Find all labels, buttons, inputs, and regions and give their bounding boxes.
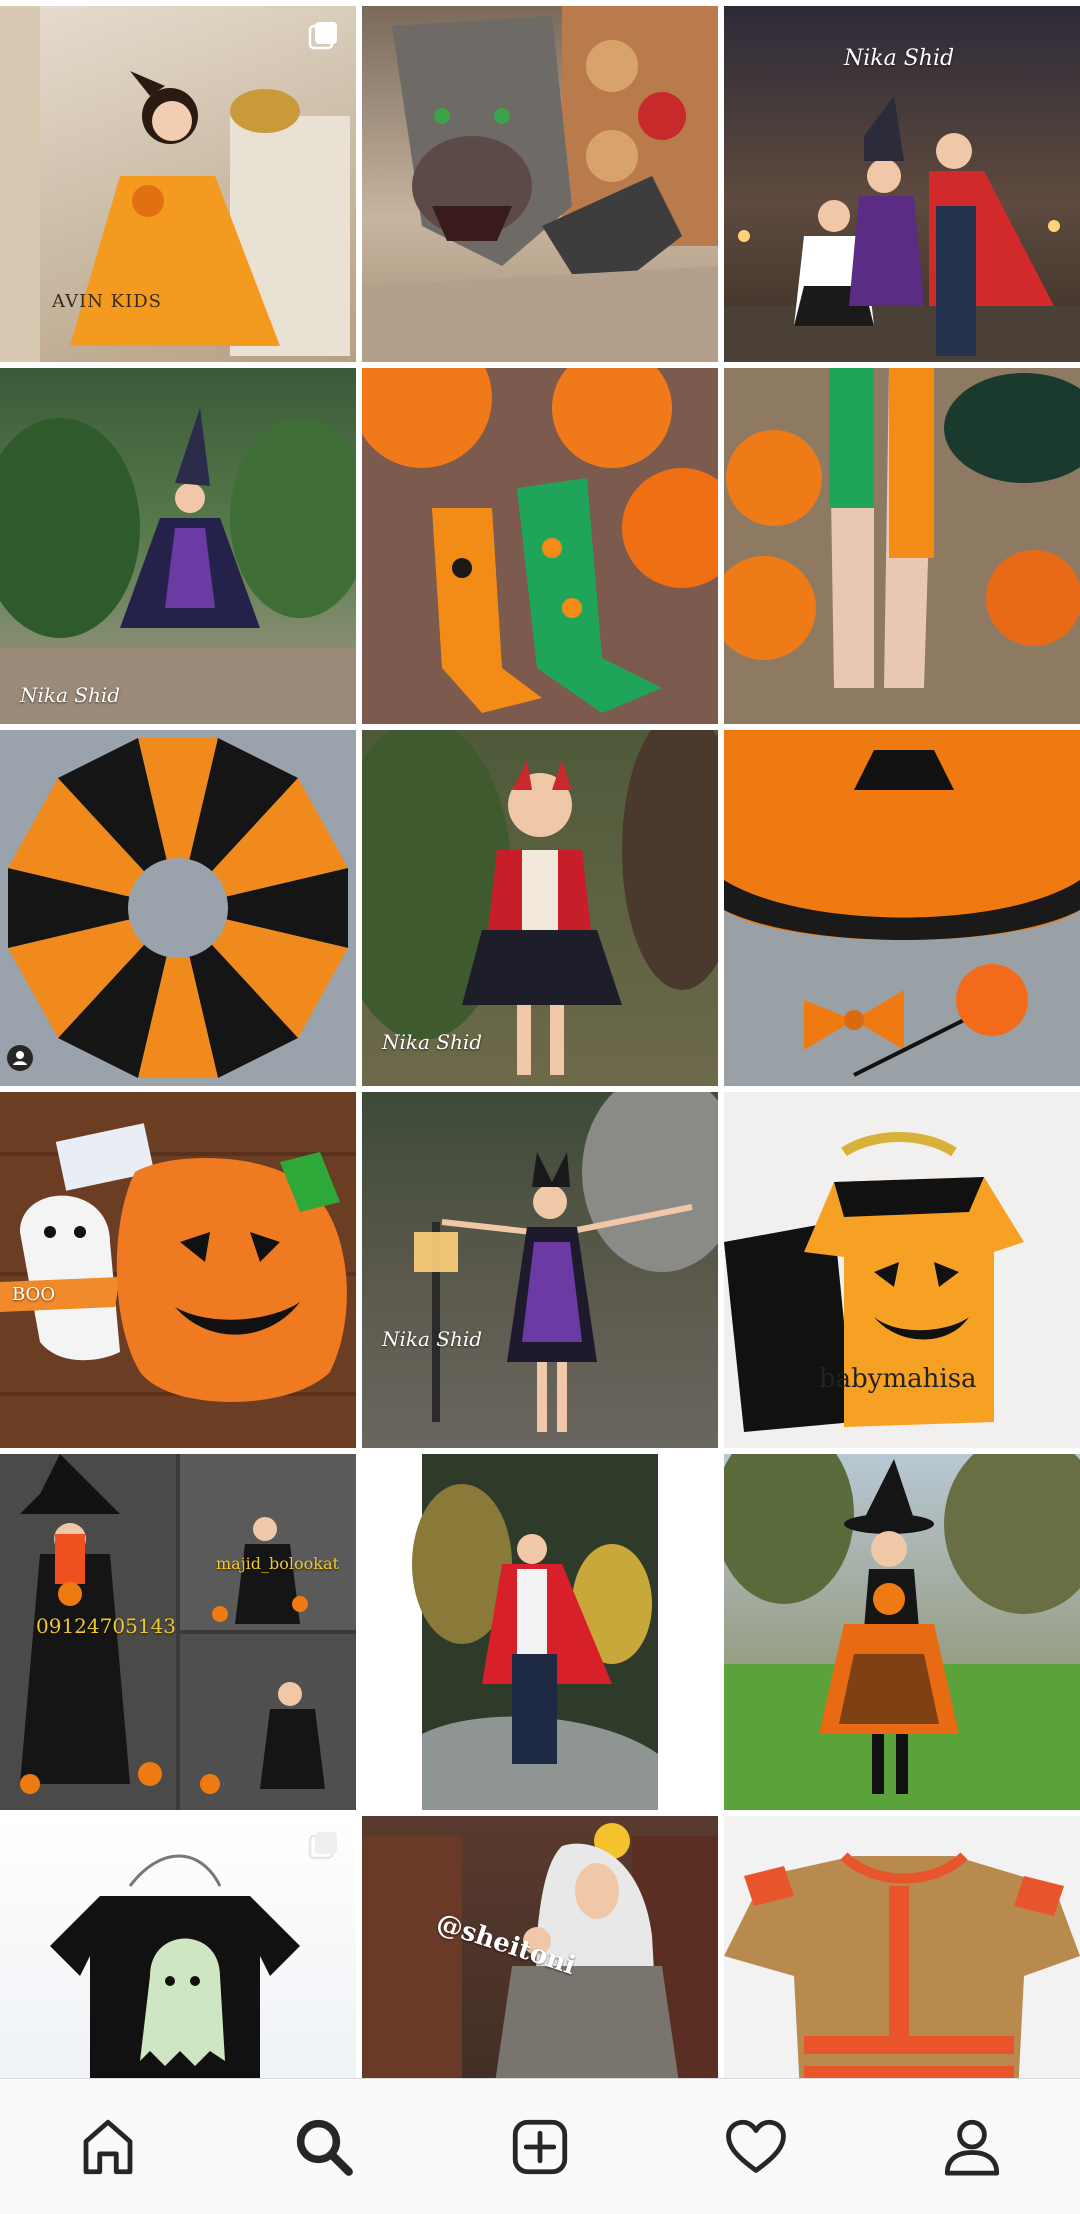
grid-tile[interactable] <box>362 1454 718 1810</box>
tutu-bow-accessories-image <box>724 730 1080 1077</box>
grid-tile[interactable] <box>0 1816 356 2078</box>
search-icon <box>296 2119 353 2176</box>
grid-tile[interactable] <box>0 730 356 1086</box>
grid-tile[interactable]: Nika Shid <box>362 730 718 1086</box>
nav-profile-button[interactable] <box>864 2079 1080 2214</box>
scarecrow-costume-image <box>724 1852 1080 2078</box>
grid-tile[interactable]: babymahisa <box>724 1092 1080 1448</box>
halloween-socks-pumpkins-image <box>362 368 718 713</box>
grid-tile[interactable]: AVIN KIDS <box>0 6 356 362</box>
tile-caption: Nika Shid <box>844 46 955 71</box>
tile-caption: Nika Shid <box>20 683 121 707</box>
grid-tile[interactable]: BOO <box>0 1092 356 1448</box>
grid-tile[interactable] <box>724 730 1080 1086</box>
pumpkin-onesie-image <box>724 1132 1024 1432</box>
felt-ghost-pumpkin-image <box>0 1123 356 1402</box>
grid-tile[interactable] <box>724 1454 1080 1810</box>
profile-icon <box>944 2119 1000 2176</box>
tile-caption: BOO <box>12 1284 56 1305</box>
witch-girl-garden-image <box>0 408 356 724</box>
nav-home-button[interactable] <box>0 2079 216 2214</box>
home-icon <box>83 2119 133 2174</box>
explore-grid: AVIN KIDS Nika Shid Nika Shid Nika Shid … <box>0 0 1080 2078</box>
tile-caption: AVIN KIDS <box>52 291 163 312</box>
plus-square-icon <box>512 2119 568 2174</box>
grid-tile[interactable]: 09124705143 majid_bolookat <box>0 1454 356 1810</box>
tile-caption: Nika Shid <box>382 1030 483 1054</box>
witch-girl-park-image <box>724 1454 1080 1810</box>
vampire-boy-image <box>412 1454 658 1810</box>
grid-tile[interactable] <box>362 368 718 724</box>
grid-tile[interactable]: Nika Shid <box>0 368 356 724</box>
tagged-user-icon <box>7 1045 33 1071</box>
orange-black-tutu-image <box>8 738 348 1078</box>
maleficent-girl-image <box>414 1092 718 1432</box>
tile-caption: 09124705143 <box>36 1614 176 1638</box>
legs-in-halloween-socks-image <box>724 368 1080 688</box>
grid-tile[interactable] <box>362 6 718 362</box>
ghost-tshirt-image <box>50 1854 300 2078</box>
tile-caption: babymahisa <box>819 1364 977 1394</box>
werewolf-mask-image <box>362 6 718 362</box>
grid-tile[interactable]: Nika Shid <box>724 6 1080 362</box>
grid-tile[interactable] <box>724 1816 1080 2078</box>
nav-search-button[interactable] <box>216 2079 432 2214</box>
tile-subcaption: majid_bolookat <box>216 1554 339 1573</box>
multiple-photos-icon <box>308 1832 337 1860</box>
tile-caption: Nika Shid <box>382 1327 483 1351</box>
grid-tile[interactable] <box>724 368 1080 724</box>
heart-icon <box>726 2119 786 2173</box>
grid-tile[interactable]: @sheitoni <box>362 1816 718 2078</box>
multiple-photos-icon <box>308 22 337 50</box>
grid-tile[interactable]: Nika Shid <box>362 1092 718 1448</box>
nav-activity-button[interactable] <box>648 2079 864 2214</box>
nav-new-post-button[interactable] <box>432 2079 648 2214</box>
bottom-navigation-bar <box>0 2078 1080 2214</box>
